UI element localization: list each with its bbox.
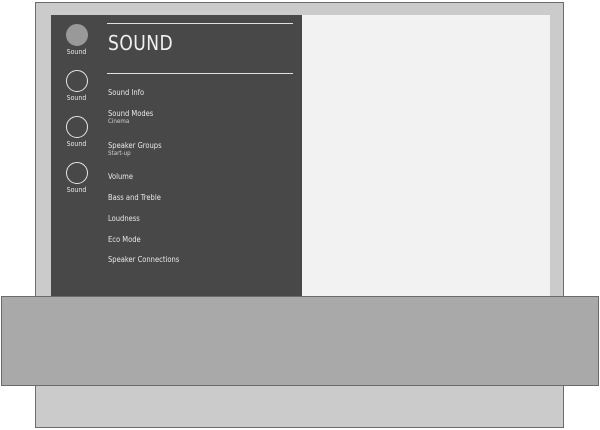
circle-icon bbox=[65, 24, 88, 46]
circle-icon bbox=[65, 116, 88, 138]
rail-item-label: Sound bbox=[66, 48, 87, 56]
menu-item-label: Sound Info bbox=[108, 88, 145, 97]
menu-item-label: Volume bbox=[108, 172, 134, 181]
menu-item-bass-and-treble[interactable]: Bass and Treble bbox=[108, 193, 161, 202]
menu-item-label: Speaker Connections bbox=[108, 255, 180, 264]
page-title: SOUND bbox=[108, 31, 174, 55]
bottom-overlay-bar bbox=[1, 296, 599, 386]
menu-item-label: Loudness bbox=[108, 214, 140, 223]
menu-item-eco-mode[interactable]: Eco Mode bbox=[108, 235, 141, 244]
menu-item-value: Start-up bbox=[108, 150, 131, 157]
menu-item-speaker-groups[interactable]: Speaker Groups Start-up bbox=[108, 141, 162, 158]
category-rail: Sound Sound Sound Sound bbox=[51, 15, 102, 298]
rail-item-label: Sound bbox=[66, 186, 87, 194]
title-top-divider bbox=[107, 23, 293, 24]
rail-item-sound-4[interactable]: Sound bbox=[51, 162, 102, 194]
circle-icon bbox=[65, 70, 88, 92]
menu-item-speaker-connections[interactable]: Speaker Connections bbox=[108, 255, 179, 264]
title-bottom-divider bbox=[107, 73, 293, 74]
settings-panel: SOUND Sound Info Sound Modes Cinema Spea… bbox=[102, 15, 302, 298]
menu-item-label: Sound Modes bbox=[108, 109, 154, 118]
rail-item-label: Sound bbox=[66, 94, 87, 102]
rail-item-sound-1[interactable]: Sound bbox=[51, 24, 102, 56]
menu-item-value: Cinema bbox=[108, 118, 130, 125]
rail-item-sound-3[interactable]: Sound bbox=[51, 116, 102, 148]
menu-item-label: Eco Mode bbox=[108, 235, 141, 244]
menu-item-loudness[interactable]: Loudness bbox=[108, 214, 140, 223]
menu-item-volume[interactable]: Volume bbox=[108, 172, 133, 181]
menu-item-sound-modes[interactable]: Sound Modes Cinema bbox=[108, 109, 153, 126]
menu-item-sound-info[interactable]: Sound Info bbox=[108, 88, 144, 97]
menu-item-label: Speaker Groups bbox=[108, 141, 162, 150]
rail-item-label: Sound bbox=[66, 140, 87, 148]
circle-icon bbox=[65, 162, 88, 184]
menu-item-label: Bass and Treble bbox=[108, 193, 161, 202]
rail-item-sound-2[interactable]: Sound bbox=[51, 70, 102, 102]
